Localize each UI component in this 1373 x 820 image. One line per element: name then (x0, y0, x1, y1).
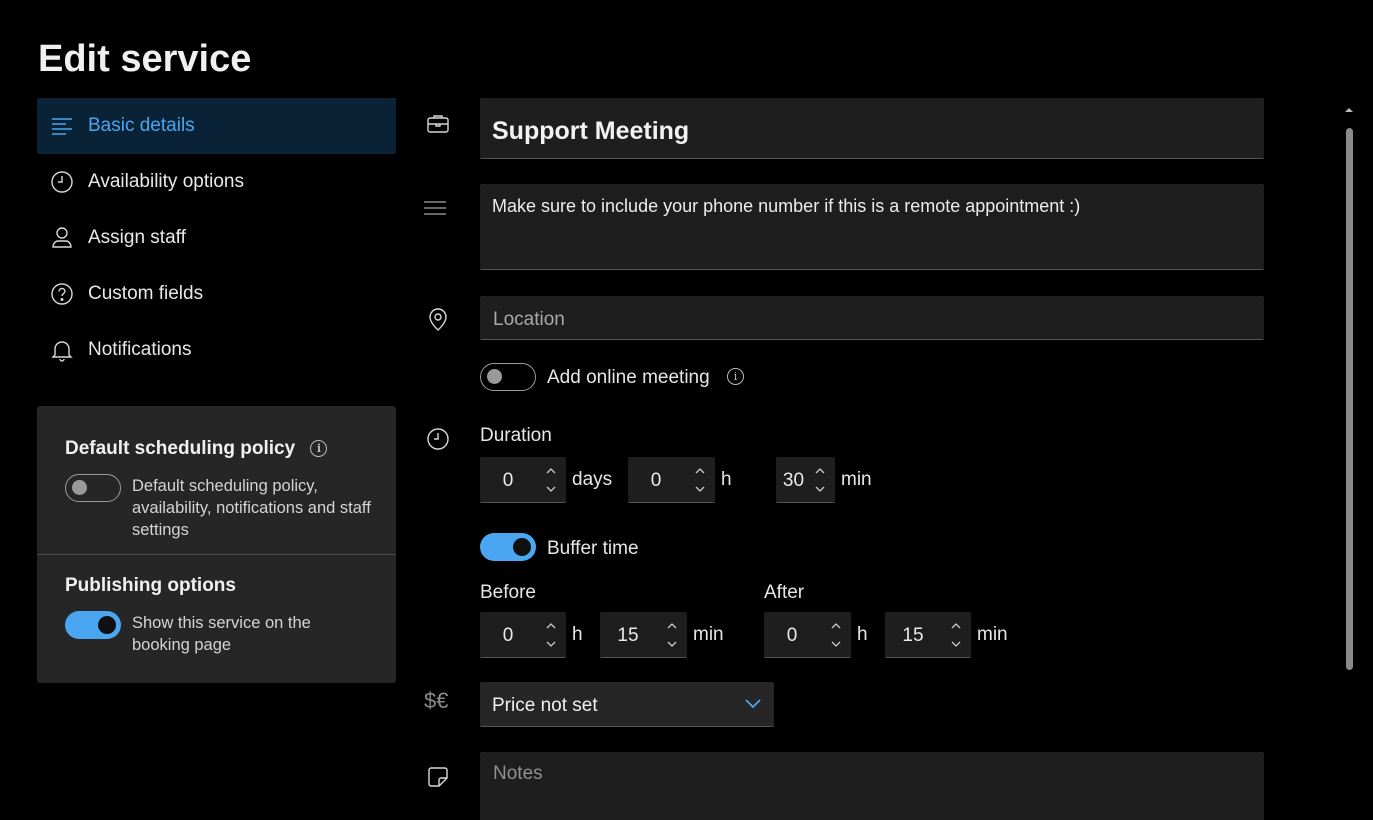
before-minutes-stepper[interactable]: 15 (600, 612, 687, 658)
menu-lines-icon (50, 114, 74, 138)
scroll-up-arrow-icon[interactable] (1344, 105, 1354, 115)
sidebar-item-label: Custom fields (88, 283, 204, 304)
clock-icon (50, 170, 74, 194)
before-minutes-unit: min (693, 624, 724, 645)
hours-unit: h (721, 469, 732, 490)
clock-icon (426, 427, 450, 451)
duration-days-stepper[interactable]: 0 (480, 457, 566, 503)
sidebar-item-assign-staff[interactable]: Assign staff (37, 210, 396, 266)
info-icon[interactable]: i (310, 440, 328, 458)
publishing-toggle[interactable] (65, 611, 121, 639)
location-input[interactable]: Location (480, 296, 1264, 340)
price-currency-icon: $€ (424, 688, 449, 713)
price-dropdown[interactable]: Price not set (480, 682, 774, 727)
after-hours-unit: h (857, 624, 868, 645)
notes-input[interactable]: Notes (480, 752, 1264, 820)
buffer-time-toggle[interactable] (480, 533, 536, 561)
default-policy-heading: Default scheduling policy i (65, 438, 328, 460)
default-policy-section: Default scheduling policy i Default sche… (37, 406, 396, 555)
default-policy-toggle[interactable] (65, 474, 121, 502)
minutes-unit: min (841, 469, 872, 490)
info-icon[interactable]: i (727, 368, 744, 385)
chevron-down-icon[interactable] (813, 482, 827, 496)
sidebar-nav: Basic details Availability options Assig… (37, 98, 396, 378)
publishing-heading: Publishing options (65, 575, 236, 596)
briefcase-icon (426, 112, 450, 136)
sidebar-item-basic-details[interactable]: Basic details (37, 98, 396, 154)
chevron-up-icon[interactable] (813, 464, 827, 478)
chevron-up-icon[interactable] (949, 619, 963, 633)
duration-label: Duration (480, 425, 552, 446)
online-meeting-toggle[interactable] (480, 363, 536, 391)
chevron-down-icon[interactable] (693, 482, 707, 496)
sidebar-item-custom-fields[interactable]: Custom fields (37, 266, 396, 322)
after-minutes-unit: min (977, 624, 1008, 645)
before-hours-unit: h (572, 624, 583, 645)
sidebar-item-availability-options[interactable]: Availability options (37, 154, 396, 210)
publishing-text: Show this service on the booking page (132, 614, 311, 654)
chevron-up-icon[interactable] (544, 464, 558, 478)
sidebar-item-label: Notifications (88, 339, 192, 360)
sidebar-item-label: Assign staff (88, 227, 186, 248)
chevron-down-icon[interactable] (544, 482, 558, 496)
chevron-down-icon[interactable] (949, 637, 963, 651)
duration-hours-stepper[interactable]: 0 (628, 457, 715, 503)
location-pin-icon (426, 308, 450, 332)
default-policy-text: Default scheduling policy, availability,… (132, 477, 371, 539)
chevron-up-icon[interactable] (693, 464, 707, 478)
buffer-time-label: Buffer time (547, 538, 639, 559)
after-label: After (764, 582, 805, 603)
sidebar-item-notifications[interactable]: Notifications (37, 322, 396, 378)
bell-icon (50, 338, 74, 362)
service-name-input[interactable]: Support Meeting (480, 98, 1264, 159)
person-icon (50, 226, 74, 250)
sidebar-item-label: Availability options (88, 171, 244, 192)
chevron-down-icon[interactable] (544, 637, 558, 651)
chevron-down-icon (745, 699, 761, 709)
note-icon (426, 765, 450, 789)
page-title: Edit service (38, 38, 252, 80)
before-hours-stepper[interactable]: 0 (480, 612, 566, 658)
days-unit: days (572, 469, 613, 490)
chevron-down-icon[interactable] (665, 637, 679, 651)
question-icon (50, 282, 74, 306)
after-minutes-stepper[interactable]: 15 (885, 612, 971, 658)
duration-minutes-stepper[interactable]: 30 (776, 457, 835, 503)
chevron-up-icon[interactable] (665, 619, 679, 633)
scrollbar-thumb[interactable] (1346, 128, 1353, 670)
description-input[interactable]: Make sure to include your phone number i… (480, 184, 1264, 270)
chevron-down-icon[interactable] (829, 637, 843, 651)
before-label: Before (480, 582, 536, 603)
policy-card: Default scheduling policy i Default sche… (37, 406, 396, 683)
chevron-up-icon[interactable] (544, 619, 558, 633)
chevron-up-icon[interactable] (829, 619, 843, 633)
after-hours-stepper[interactable]: 0 (764, 612, 851, 658)
description-lines-icon (423, 196, 447, 220)
sidebar-item-label: Basic details (88, 115, 195, 136)
online-meeting-label: Add online meeting (547, 367, 710, 388)
